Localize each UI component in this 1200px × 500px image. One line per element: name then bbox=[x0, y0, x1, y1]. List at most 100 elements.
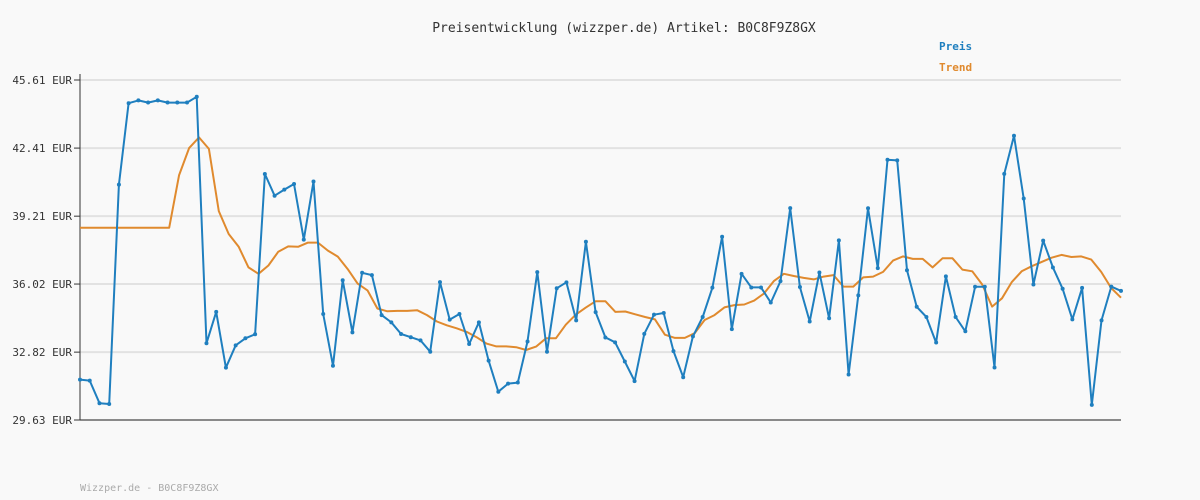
data-point-preis bbox=[506, 381, 511, 386]
data-point-preis bbox=[642, 331, 647, 336]
data-point-preis bbox=[233, 343, 238, 348]
data-point-preis bbox=[1021, 196, 1026, 201]
y-tick-label: 36.02 EUR bbox=[12, 278, 72, 291]
chart-title: Preisentwicklung (wizzper.de) Artikel: B… bbox=[432, 21, 816, 36]
data-point-preis bbox=[934, 340, 939, 345]
data-point-preis bbox=[632, 379, 637, 384]
data-point-preis bbox=[1002, 171, 1007, 176]
legend-preis: Preis bbox=[939, 40, 972, 53]
data-point-preis bbox=[943, 274, 948, 279]
data-point-preis bbox=[389, 320, 394, 325]
data-point-preis bbox=[924, 315, 929, 320]
data-point-preis bbox=[622, 359, 627, 364]
data-point-preis bbox=[272, 193, 277, 198]
data-point-preis bbox=[146, 100, 151, 105]
data-point-preis bbox=[788, 206, 793, 211]
data-point-preis bbox=[165, 100, 170, 105]
data-point-preis bbox=[827, 316, 832, 321]
data-point-preis bbox=[379, 313, 384, 318]
data-point-preis bbox=[243, 336, 248, 341]
data-point-preis bbox=[535, 270, 540, 275]
data-point-preis bbox=[515, 380, 520, 385]
grid-lines bbox=[80, 79, 1121, 421]
series-layer bbox=[78, 94, 1123, 407]
data-point-preis bbox=[729, 327, 734, 332]
data-point-preis bbox=[399, 332, 404, 337]
data-point-preis bbox=[1099, 318, 1104, 323]
data-point-preis bbox=[311, 179, 316, 184]
data-point-preis bbox=[875, 266, 880, 271]
data-point-preis bbox=[613, 340, 618, 345]
data-point-preis bbox=[885, 157, 890, 162]
data-point-preis bbox=[525, 339, 530, 344]
data-point-preis bbox=[253, 332, 258, 337]
data-point-preis bbox=[1109, 284, 1114, 289]
data-point-preis bbox=[1041, 238, 1046, 243]
data-point-preis bbox=[817, 270, 822, 275]
data-point-preis bbox=[797, 285, 802, 290]
data-point-preis bbox=[1089, 402, 1094, 407]
data-point-preis bbox=[1031, 282, 1036, 287]
y-tick-label: 29.63 EUR bbox=[12, 414, 72, 427]
data-point-preis bbox=[340, 278, 345, 283]
data-point-preis bbox=[574, 318, 579, 323]
data-point-preis bbox=[408, 335, 413, 340]
data-point-preis bbox=[963, 329, 968, 334]
series-line-preis bbox=[79, 95, 1122, 406]
data-point-preis bbox=[428, 349, 433, 354]
data-point-preis bbox=[593, 310, 598, 315]
data-point-preis bbox=[1070, 317, 1075, 322]
data-point-preis bbox=[467, 342, 472, 347]
data-point-preis bbox=[185, 100, 190, 105]
data-point-preis bbox=[700, 315, 705, 320]
data-point-preis bbox=[292, 182, 297, 187]
data-point-preis bbox=[992, 365, 997, 370]
data-point-preis bbox=[175, 100, 180, 105]
data-point-preis bbox=[778, 279, 783, 284]
data-point-preis bbox=[476, 320, 481, 325]
price-chart: Preisentwicklung (wizzper.de) Artikel: B… bbox=[12, 21, 1123, 494]
data-point-preis bbox=[564, 280, 569, 285]
data-point-preis bbox=[690, 334, 695, 339]
data-point-preis bbox=[759, 285, 764, 290]
data-point-preis bbox=[214, 309, 219, 314]
data-point-preis bbox=[720, 234, 725, 239]
data-point-preis bbox=[846, 372, 851, 377]
data-point-preis bbox=[116, 182, 121, 187]
y-tick-label: 32.82 EUR bbox=[12, 346, 72, 359]
data-point-preis bbox=[194, 94, 199, 99]
data-point-preis bbox=[583, 239, 588, 244]
data-point-preis bbox=[603, 335, 608, 340]
data-point-preis bbox=[496, 389, 501, 394]
data-point-preis bbox=[554, 286, 559, 291]
y-tick-label: 39.21 EUR bbox=[12, 210, 72, 223]
data-point-preis bbox=[836, 238, 841, 243]
data-point-preis bbox=[369, 273, 374, 278]
data-point-preis bbox=[1011, 133, 1016, 138]
data-point-preis bbox=[350, 330, 355, 335]
data-point-preis bbox=[418, 338, 423, 343]
data-point-preis bbox=[437, 280, 442, 285]
data-point-preis bbox=[749, 285, 754, 290]
data-point-preis bbox=[1080, 285, 1085, 290]
data-point-preis bbox=[953, 315, 958, 320]
data-point-preis bbox=[982, 284, 987, 289]
data-point-preis bbox=[1060, 286, 1065, 291]
footer-watermark: Wizzper.de - B0C8F9Z8GX bbox=[80, 483, 218, 494]
data-point-preis bbox=[973, 284, 978, 289]
data-point-preis bbox=[126, 101, 131, 106]
data-point-preis bbox=[895, 158, 900, 163]
y-tick-label: 42.41 EUR bbox=[12, 142, 72, 155]
data-point-preis bbox=[807, 319, 812, 324]
y-axis-ticks: 45.61 EUR 42.41 EUR 39.21 EUR 36.02 EUR 32.8… bbox=[12, 74, 80, 427]
legend-trend: Trend bbox=[939, 61, 972, 74]
data-point-preis bbox=[544, 349, 549, 354]
data-point-preis bbox=[155, 98, 160, 103]
data-point-preis bbox=[107, 402, 112, 407]
data-point-preis bbox=[447, 317, 452, 322]
y-tick-label: 45.61 EUR bbox=[12, 74, 72, 87]
data-point-preis bbox=[136, 98, 141, 103]
data-point-preis bbox=[330, 363, 335, 368]
data-point-preis bbox=[204, 341, 209, 346]
data-point-preis bbox=[78, 377, 82, 382]
